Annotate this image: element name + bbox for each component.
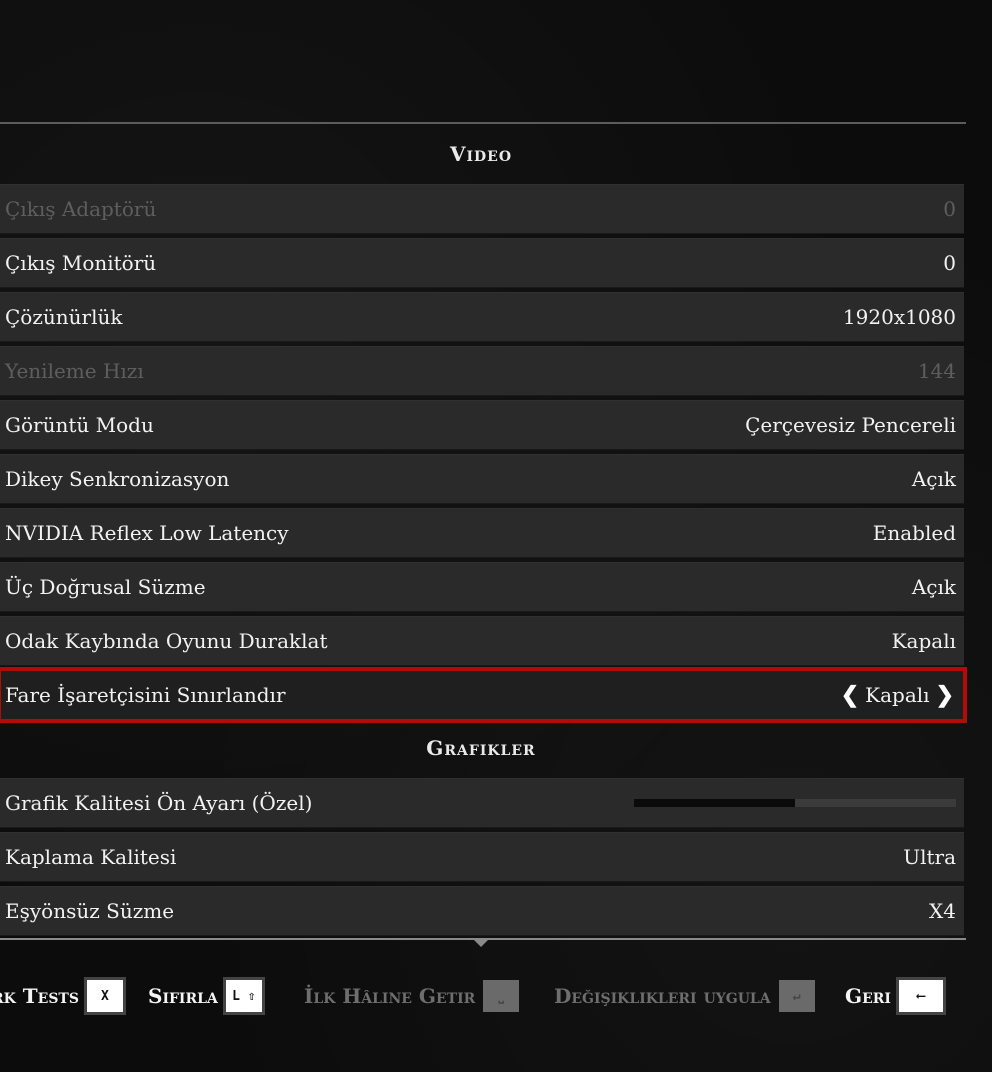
benchmark-tests-label: rk Tests: [0, 984, 79, 1008]
setting-label: Kaplama Kalitesi: [5, 845, 177, 869]
setting-value: Ultra: [903, 845, 956, 869]
setting-triple-buffering[interactable]: Üç Doğrusal Süzme Açık: [0, 562, 964, 612]
setting-value: Enabled: [872, 521, 956, 545]
setting-label: Odak Kaybında Oyunu Duraklat: [5, 629, 328, 653]
setting-pause-on-focus-loss[interactable]: Odak Kaybında Oyunu Duraklat Kapalı: [0, 616, 964, 666]
setting-label: Eşyönsüz Süzme: [5, 899, 175, 923]
setting-value: X4: [929, 899, 956, 923]
setting-confine-mouse-cursor[interactable]: Fare İşaretçisini Sınırlandır ❮ Kapalı ❯: [0, 667, 967, 723]
footer-actions: rk Tests X Sıfırla L ⇧ İlk Hâline Getir …: [0, 976, 992, 1016]
setting-value: Çerçevesiz Pencereli: [745, 413, 956, 437]
slider-fill: [634, 799, 795, 807]
setting-texture-quality[interactable]: Kaplama Kalitesi Ultra: [0, 832, 964, 882]
setting-label: Grafik Kalitesi Ön Ayarı (Özel): [5, 791, 313, 815]
reset-label: Sıfırla: [148, 984, 218, 1008]
setting-output-monitor[interactable]: Çıkış Monitörü 0: [0, 238, 964, 288]
key-enter-icon: ↵: [778, 980, 815, 1012]
section-header-graphics: Grafikler: [426, 736, 536, 760]
setting-label: Yenileme Hızı: [5, 359, 144, 383]
graphics-preset-slider[interactable]: [634, 799, 956, 807]
key-backspace-icon: ⟵: [898, 980, 943, 1012]
setting-anisotropic-filtering[interactable]: Eşyönsüz Süzme X4: [0, 886, 964, 936]
setting-label: Fare İşaretçisini Sınırlandır: [5, 683, 286, 707]
apply-changes-label: Değişiklikleri uygula: [554, 984, 771, 1008]
scroll-down-indicator: [472, 938, 490, 947]
setting-value-selector: ❮ Kapalı ❯: [841, 670, 954, 720]
reset-button[interactable]: Sıfırla L ⇧: [148, 976, 262, 1016]
setting-output-adapter: Çıkış Adaptörü 0: [0, 184, 964, 234]
setting-refresh-rate: Yenileme Hızı 144: [0, 346, 964, 396]
setting-graphics-preset[interactable]: Grafik Kalitesi Ön Ayarı (Özel): [0, 778, 964, 828]
setting-vsync[interactable]: Dikey Senkronizasyon Açık: [0, 454, 964, 504]
setting-value: Kapalı: [865, 683, 930, 707]
key-l-shift-icon: L ⇧: [225, 980, 262, 1012]
setting-value: Açık: [911, 467, 956, 491]
section-header-video: Video: [449, 142, 513, 166]
back-button[interactable]: Geri ⟵: [845, 976, 943, 1016]
setting-label: Çıkış Adaptörü: [5, 197, 157, 221]
setting-label: Çözünürlük: [5, 305, 123, 329]
setting-nvidia-reflex[interactable]: NVIDIA Reflex Low Latency Enabled: [0, 508, 964, 558]
apply-changes-button[interactable]: Değişiklikleri uygula ↵: [554, 976, 815, 1016]
restore-defaults-button[interactable]: İlk Hâline Getir ⎵: [304, 976, 520, 1016]
key-x-icon: X: [86, 980, 123, 1012]
setting-value: 1920x1080: [842, 305, 956, 329]
restore-defaults-label: İlk Hâline Getir: [304, 984, 476, 1008]
setting-label: Çıkış Monitörü: [5, 251, 157, 275]
setting-label: Görüntü Modu: [5, 413, 154, 437]
top-divider: [0, 122, 966, 124]
setting-value: Açık: [911, 575, 956, 599]
back-label: Geri: [845, 984, 891, 1008]
setting-display-mode[interactable]: Görüntü Modu Çerçevesiz Pencereli: [0, 400, 964, 450]
setting-value: 144: [917, 359, 956, 383]
benchmark-tests-button[interactable]: rk Tests X: [0, 976, 123, 1016]
chevron-left-icon[interactable]: ❮: [841, 670, 859, 720]
setting-value: Kapalı: [891, 629, 956, 653]
setting-label: Dikey Senkronizasyon: [5, 467, 230, 491]
setting-value: 0: [943, 197, 956, 221]
setting-value: 0: [943, 251, 956, 275]
setting-resolution[interactable]: Çözünürlük 1920x1080: [0, 292, 964, 342]
setting-label: Üç Doğrusal Süzme: [5, 575, 206, 599]
chevron-right-icon[interactable]: ❯: [936, 670, 954, 720]
setting-label: NVIDIA Reflex Low Latency: [5, 521, 289, 545]
key-space-icon: ⎵: [483, 980, 520, 1012]
